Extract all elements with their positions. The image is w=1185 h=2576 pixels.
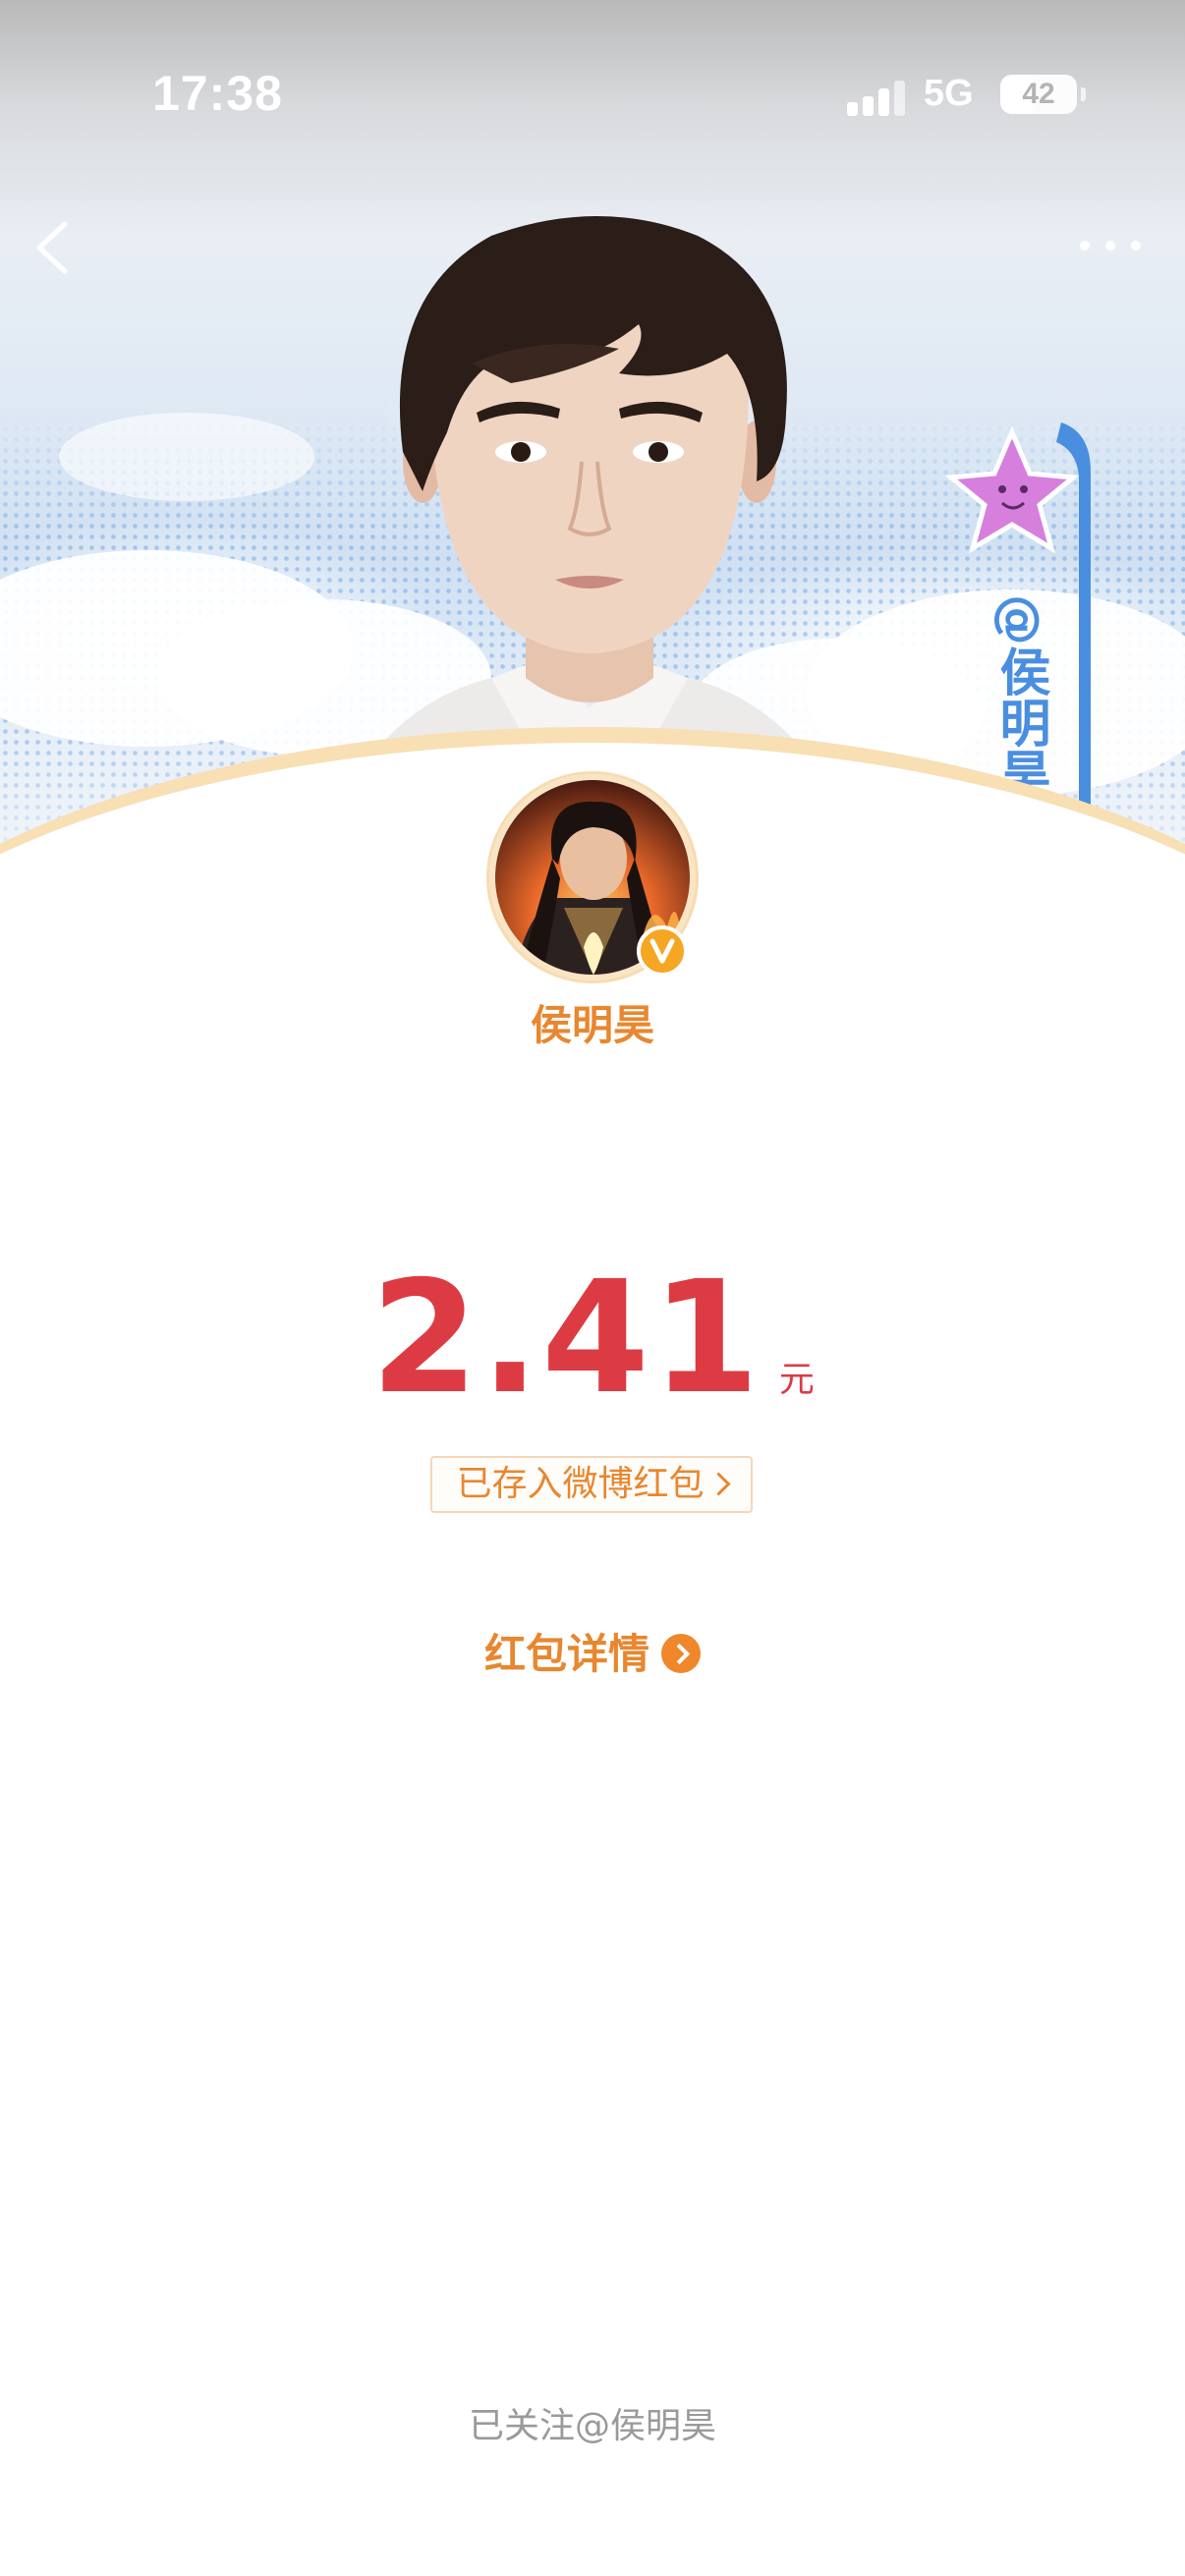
followed-status: 已关注@侯明昊 <box>468 2406 716 2446</box>
details-label: 红包详情 <box>483 1630 649 1678</box>
cloud-shape <box>59 413 314 501</box>
chevron-right-icon <box>705 1472 731 1496</box>
battery-icon: 42 <box>1000 75 1077 114</box>
sticker-caption: @侯明昊 <box>990 594 1049 799</box>
chevron-left-icon <box>36 221 68 274</box>
amount-unit: 元 <box>778 1360 815 1400</box>
vip-verified-icon <box>637 925 688 977</box>
amount-value: 2.41 <box>370 1248 762 1428</box>
sender-name[interactable]: 侯明昊 <box>0 992 1185 1052</box>
status-bar: 17:38 5G 42 <box>0 0 1185 196</box>
arrow-circle-right-icon <box>661 1634 701 1673</box>
battery-percentage: 42 <box>1022 78 1055 110</box>
red-packet-result-screen: @侯明昊 17:38 5G 42 侯明昊 2.41 元 已存入微博红包 红包详情… <box>0 0 1185 2576</box>
battery-tip <box>1081 87 1086 101</box>
more-button[interactable] <box>1071 221 1150 270</box>
signal-icon <box>847 81 908 116</box>
back-button[interactable] <box>22 208 81 287</box>
stored-in-wallet-label: 已存入微博红包 <box>456 1464 705 1504</box>
red-packet-details-link[interactable]: 红包详情 <box>0 1621 1185 1681</box>
network-type: 5G <box>924 73 974 114</box>
status-time: 17:38 <box>152 66 283 121</box>
stored-in-wallet-button[interactable]: 已存入微博红包 <box>430 1456 753 1513</box>
amount-display: 2.41 元 <box>0 1248 1185 1428</box>
more-horizontal-icon <box>1080 241 1141 251</box>
